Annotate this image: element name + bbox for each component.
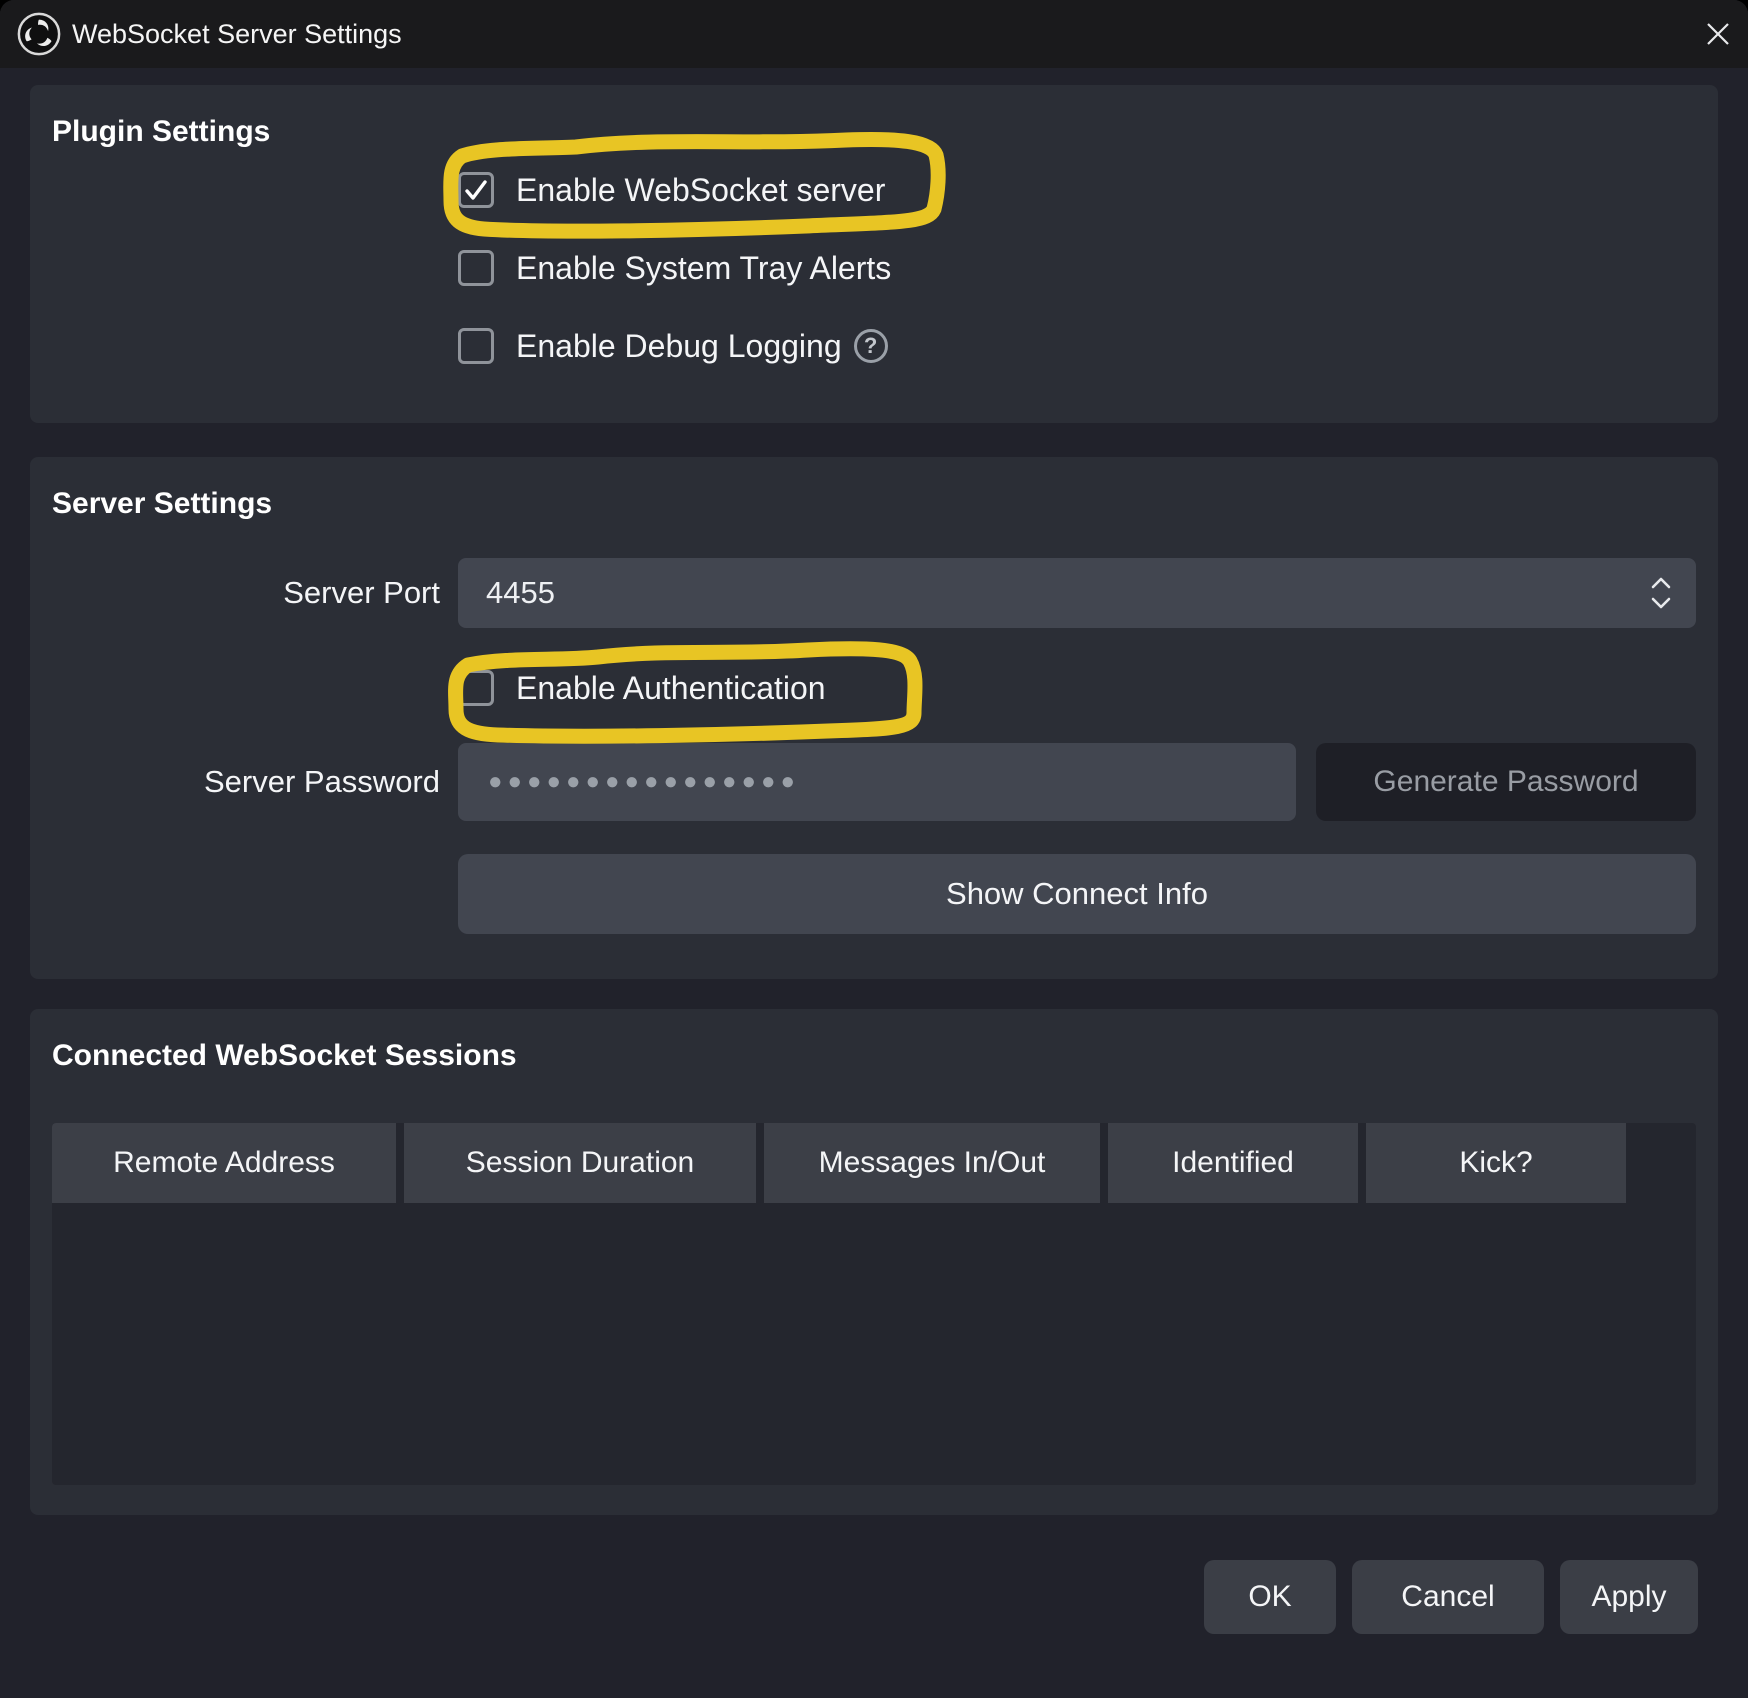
enable-authentication-label: Enable Authentication xyxy=(516,670,826,707)
server-settings-title: Server Settings xyxy=(52,485,1696,523)
port-spinner xyxy=(1626,558,1696,628)
column-header-messages-in-out[interactable]: Messages In/Out xyxy=(764,1123,1100,1203)
enable-debug-logging-label: Enable Debug Logging xyxy=(516,328,842,365)
close-button[interactable] xyxy=(1688,0,1748,68)
server-settings-group: Server Settings Server Port xyxy=(30,457,1718,979)
connected-sessions-title: Connected WebSocket Sessions xyxy=(52,1037,1696,1075)
enable-websocket-server-checkbox[interactable] xyxy=(458,172,494,208)
show-connect-info-row: Show Connect Info xyxy=(458,854,1696,934)
connected-sessions-group: Connected WebSocket Sessions Remote Addr… xyxy=(30,1009,1718,1515)
column-header-kick[interactable]: Kick? xyxy=(1366,1123,1626,1203)
cancel-button[interactable]: Cancel xyxy=(1352,1560,1544,1634)
title-bar: WebSocket Server Settings xyxy=(0,0,1748,68)
server-port-input[interactable] xyxy=(458,575,1626,611)
ok-button[interactable]: OK xyxy=(1204,1560,1336,1634)
server-password-label: Server Password xyxy=(52,764,458,800)
server-port-label: Server Port xyxy=(52,575,458,611)
show-connect-info-button[interactable]: Show Connect Info xyxy=(458,854,1696,934)
password-masked-value: ●●●●●●●●●●●●●●●● xyxy=(488,768,800,796)
obs-logo-icon xyxy=(16,11,62,57)
enable-websocket-server-label: Enable WebSocket server xyxy=(516,172,885,209)
plugin-settings-title: Plugin Settings xyxy=(52,113,1696,151)
enable-authentication-row: Enable Authentication xyxy=(52,649,1696,727)
column-header-remote-address[interactable]: Remote Address xyxy=(52,1123,396,1203)
server-port-row: Server Port xyxy=(52,558,1696,628)
enable-tray-alerts-checkbox[interactable] xyxy=(458,250,494,286)
sessions-table-body xyxy=(52,1203,1696,1485)
dialog-footer: OK Cancel Apply xyxy=(0,1560,1748,1634)
server-port-input-wrap xyxy=(458,558,1696,628)
enable-websocket-server-row: Enable WebSocket server xyxy=(458,151,1696,229)
apply-button[interactable]: Apply xyxy=(1560,1560,1698,1634)
window-title: WebSocket Server Settings xyxy=(72,19,402,50)
websocket-settings-dialog: { "window": { "title": "WebSocket Server… xyxy=(0,0,1748,1698)
close-icon xyxy=(1703,19,1733,49)
column-header-session-duration[interactable]: Session Duration xyxy=(404,1123,756,1203)
plugin-settings-group: Plugin Settings Enable WebSocket server … xyxy=(30,85,1718,423)
server-password-row: Server Password ●●●●●●●●●●●●●●●● Generat… xyxy=(52,743,1696,821)
sessions-table: Remote Address Session Duration Messages… xyxy=(52,1123,1696,1485)
enable-tray-alerts-row: Enable System Tray Alerts xyxy=(458,229,1696,307)
enable-authentication-checkbox[interactable] xyxy=(458,670,494,706)
enable-tray-alerts-label: Enable System Tray Alerts xyxy=(516,250,891,287)
spinner-up-icon[interactable] xyxy=(1649,576,1673,590)
enable-debug-logging-checkbox[interactable] xyxy=(458,328,494,364)
column-header-identified[interactable]: Identified xyxy=(1108,1123,1358,1203)
checkmark-icon xyxy=(463,177,489,203)
spinner-down-icon[interactable] xyxy=(1649,596,1673,610)
generate-password-button[interactable]: Generate Password xyxy=(1316,743,1696,821)
enable-debug-logging-row: Enable Debug Logging ? xyxy=(458,307,1696,385)
server-password-input[interactable]: ●●●●●●●●●●●●●●●● xyxy=(458,743,1296,821)
help-icon[interactable]: ? xyxy=(854,329,888,363)
sessions-table-header: Remote Address Session Duration Messages… xyxy=(52,1123,1696,1203)
